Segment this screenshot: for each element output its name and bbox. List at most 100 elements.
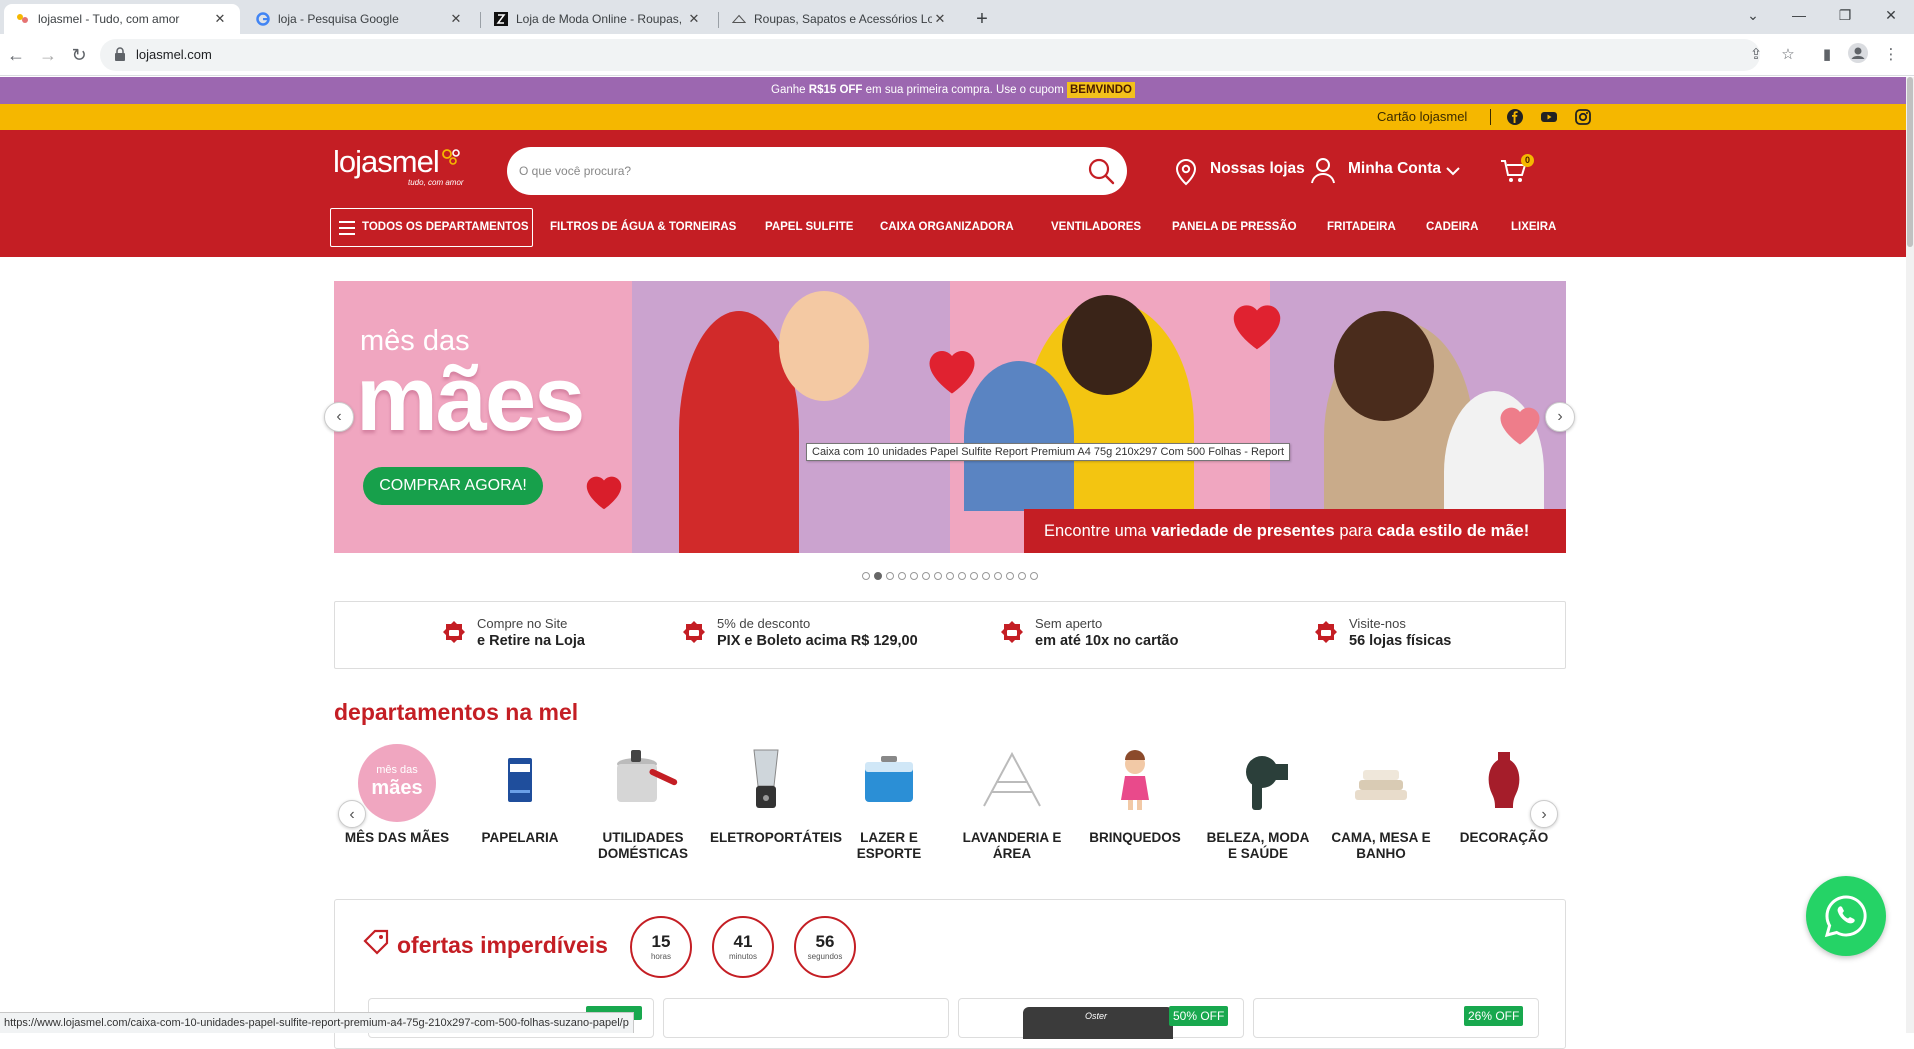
timer-unit: minutos bbox=[728, 952, 757, 961]
department-label: LAVANDERIA E ÁREA bbox=[962, 830, 1062, 861]
department-cama-mesa-banho[interactable]: CAMA, MESA E BANHO bbox=[1325, 742, 1437, 862]
search-icon[interactable] bbox=[1087, 157, 1115, 185]
side-panel-icon[interactable]: ▮ bbox=[1815, 43, 1839, 67]
department-label: PAPELARIA bbox=[481, 830, 559, 845]
banner-dot[interactable] bbox=[886, 572, 894, 580]
department-brinquedos[interactable]: BRINQUEDOS bbox=[1079, 742, 1191, 846]
comprar-agora-button[interactable]: COMPRAR AGORA! bbox=[363, 467, 543, 505]
timer-unit: segundos bbox=[807, 952, 843, 961]
banner-strip: Encontre uma variedade de presentes para… bbox=[1024, 509, 1566, 553]
banner-dot[interactable] bbox=[1006, 572, 1014, 580]
discount-badge: 26% OFF bbox=[1464, 1006, 1524, 1026]
departments-next-arrow-icon[interactable]: › bbox=[1530, 800, 1558, 828]
banner-dot[interactable] bbox=[946, 572, 954, 580]
close-tab-icon[interactable]: ✕ bbox=[686, 11, 702, 27]
menu-item-lixeira[interactable]: LIXEIRA bbox=[1511, 221, 1556, 233]
minha-conta-link[interactable]: Minha Conta bbox=[1348, 160, 1441, 178]
menu-item-cadeira[interactable]: CADEIRA bbox=[1426, 221, 1478, 233]
back-arrow-icon[interactable]: ← bbox=[3, 42, 29, 68]
department-papelaria[interactable]: PAPELARIA bbox=[464, 742, 576, 846]
hero-banner[interactable]: mês das mães COMPRAR AGORA! Encontre uma… bbox=[334, 281, 1566, 553]
tab-clothing-store[interactable]: Roupas, Sapatos e Acessórios Lo ✕ bbox=[720, 4, 960, 34]
search-input[interactable]: O que você procura? bbox=[519, 164, 631, 178]
close-tab-icon[interactable]: ✕ bbox=[212, 11, 228, 27]
banner-dot[interactable] bbox=[934, 572, 942, 580]
cartao-lojasmel-link[interactable]: Cartão lojasmel bbox=[1377, 109, 1467, 124]
department-lazer-e-esporte[interactable]: LAZER E ESPORTE bbox=[833, 742, 945, 862]
benefits-bar: Compre no Site e Retire na Loja 5% de de… bbox=[334, 601, 1566, 669]
department-eletroportateis[interactable]: ELETROPORTÁTEIS bbox=[710, 742, 842, 846]
banner-dot[interactable] bbox=[910, 572, 918, 580]
browser-menu-icon[interactable]: ⋮ bbox=[1879, 43, 1903, 67]
menu-item-panela-de-pressao[interactable]: PANELA DE PRESSÃO bbox=[1172, 221, 1297, 233]
banner-dot[interactable] bbox=[970, 572, 978, 580]
department-beleza-moda-saude[interactable]: BELEZA, MODA E SAÚDE bbox=[1202, 742, 1314, 862]
banner-dot[interactable] bbox=[898, 572, 906, 580]
chevron-down-icon[interactable] bbox=[1446, 166, 1460, 176]
department-label: DECORAÇÃO bbox=[1459, 830, 1549, 845]
tab-search-chevron-icon[interactable]: ⌄ bbox=[1730, 0, 1776, 30]
divider bbox=[1490, 109, 1491, 125]
close-window-icon[interactable]: ✕ bbox=[1868, 0, 1914, 30]
reload-icon[interactable]: ↻ bbox=[66, 42, 92, 68]
tab-zara[interactable]: Loja de Moda Online - Roupas, C ✕ bbox=[482, 4, 714, 34]
address-bar[interactable]: lojasmel.com bbox=[100, 39, 1760, 71]
department-decoracao[interactable]: DECORAÇÃO bbox=[1448, 742, 1560, 846]
page-scrollbar[interactable] bbox=[1906, 77, 1914, 1033]
lojasmel-favicon-icon bbox=[16, 12, 30, 26]
menu-item-fritadeira[interactable]: FRITADEIRA bbox=[1327, 221, 1396, 233]
profile-avatar-icon[interactable] bbox=[1846, 43, 1870, 67]
share-icon[interactable]: ⇪ bbox=[1744, 43, 1768, 67]
department-mes-das-maes[interactable]: mês das mães MÊS DAS MÃES bbox=[341, 742, 453, 846]
menu-item-filtros[interactable]: FILTROS DE ÁGUA & TORNEIRAS bbox=[550, 221, 736, 233]
menu-item-caixa-organizadora[interactable]: CAIXA ORGANIZADORA bbox=[880, 221, 1014, 233]
dept-badge-small: mês das bbox=[376, 764, 418, 776]
instagram-icon[interactable] bbox=[1574, 108, 1592, 126]
banner-strip-text: para bbox=[1334, 522, 1377, 540]
banner-dot[interactable] bbox=[862, 572, 870, 580]
department-utilidades-domesticas[interactable]: UTILIDADES DOMÉSTICAS bbox=[587, 742, 699, 862]
all-departments-button[interactable]: TODOS OS DEPARTAMENTOS bbox=[330, 208, 533, 247]
banner-strip-bold: variedade de presentes bbox=[1151, 522, 1335, 540]
countdown-hours: 15 horas bbox=[630, 916, 692, 978]
close-tab-icon[interactable]: ✕ bbox=[932, 11, 948, 27]
forward-arrow-icon[interactable]: → bbox=[35, 42, 61, 68]
location-pin-icon[interactable] bbox=[1174, 158, 1198, 186]
search-box[interactable]: O que você procura? bbox=[507, 147, 1127, 195]
department-lavanderia-e-area[interactable]: LAVANDERIA E ÁREA bbox=[956, 742, 1068, 862]
menu-item-ventiladores[interactable]: VENTILADORES bbox=[1051, 221, 1141, 233]
nossas-lojas-link[interactable]: Nossas lojas bbox=[1210, 160, 1305, 178]
banner-prev-arrow-icon[interactable]: ‹ bbox=[324, 402, 354, 432]
cooler-box-icon bbox=[849, 742, 929, 822]
minimize-icon[interactable]: — bbox=[1776, 0, 1822, 30]
banner-dot[interactable] bbox=[1018, 572, 1026, 580]
product-card[interactable] bbox=[663, 998, 949, 1038]
departments-title: departamentos na mel bbox=[334, 699, 579, 725]
promo-text-after: em sua primeira compra. Use o cupom bbox=[862, 84, 1067, 96]
whatsapp-button[interactable] bbox=[1806, 876, 1886, 956]
departments-prev-arrow-icon[interactable]: ‹ bbox=[338, 800, 366, 828]
banner-strip-bold: cada estilo de mãe! bbox=[1376, 522, 1530, 540]
youtube-icon[interactable] bbox=[1540, 108, 1558, 126]
department-label: MÊS DAS MÃES bbox=[344, 830, 450, 845]
tab-lojasmel[interactable]: lojasmel - Tudo, com amor ✕ bbox=[4, 4, 240, 34]
scrollbar-thumb[interactable] bbox=[1907, 77, 1913, 247]
banner-dot[interactable] bbox=[1030, 572, 1038, 580]
banner-dot[interactable] bbox=[982, 572, 990, 580]
banner-dot[interactable] bbox=[994, 572, 1002, 580]
banner-next-arrow-icon[interactable]: › bbox=[1545, 402, 1575, 432]
facebook-icon[interactable] bbox=[1506, 108, 1524, 126]
user-account-icon[interactable] bbox=[1310, 156, 1336, 184]
restore-icon[interactable]: ❐ bbox=[1822, 0, 1868, 30]
bookmark-star-icon[interactable]: ☆ bbox=[1776, 43, 1800, 67]
banner-dot[interactable] bbox=[922, 572, 930, 580]
product-image: Oster bbox=[1023, 1007, 1173, 1039]
department-image: mês das mães bbox=[357, 742, 437, 822]
close-tab-icon[interactable]: ✕ bbox=[448, 11, 464, 27]
menu-item-papel-sulfite[interactable]: PAPEL SULFITE bbox=[765, 221, 853, 233]
banner-dot[interactable] bbox=[874, 572, 882, 580]
new-tab-button[interactable]: + bbox=[968, 5, 996, 33]
lojasmel-logo[interactable]: lojasmel tudo, com amor bbox=[333, 144, 464, 187]
banner-dot[interactable] bbox=[958, 572, 966, 580]
tab-google-search[interactable]: loja - Pesquisa Google ✕ bbox=[244, 4, 476, 34]
